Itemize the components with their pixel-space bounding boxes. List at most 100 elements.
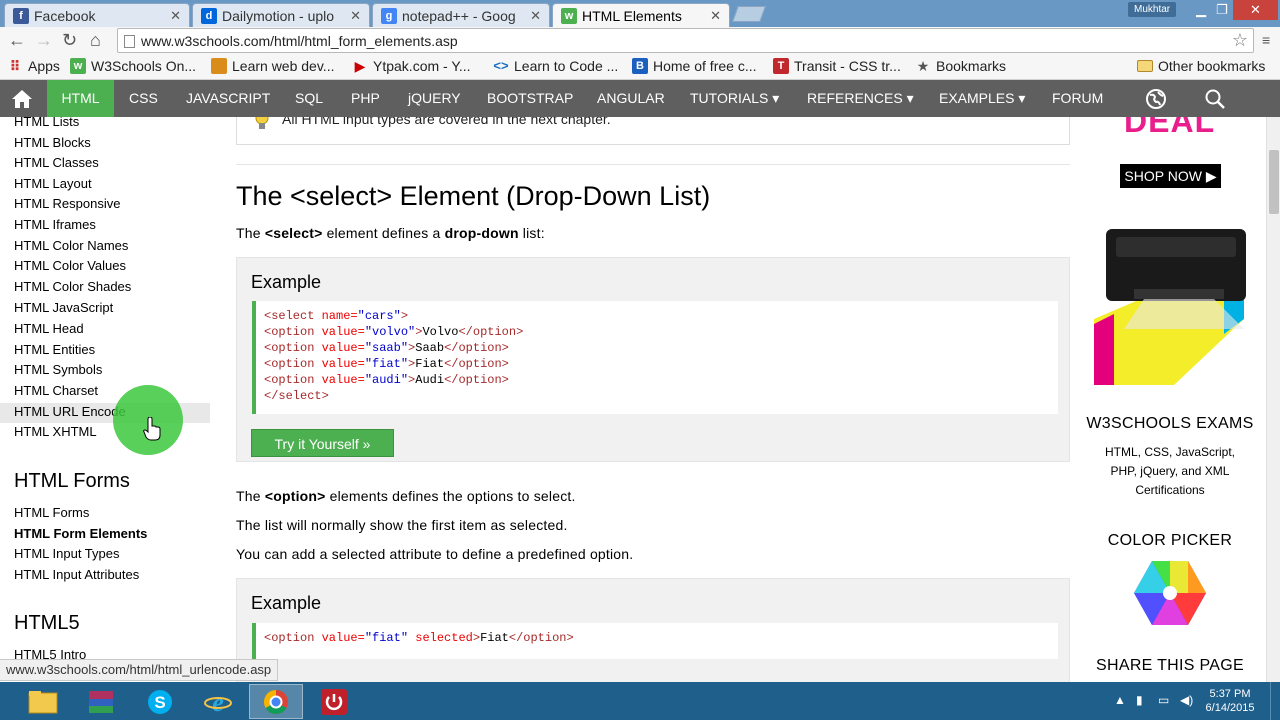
nav-php[interactable]: PHP (351, 80, 380, 117)
page-scrollbar[interactable] (1266, 117, 1280, 682)
search-icon[interactable] (1204, 88, 1226, 110)
bookmark-learn-web[interactable]: Learn web dev... (211, 58, 334, 74)
internet-explorer-taskbar-icon[interactable]: e (191, 684, 245, 719)
profile-name-badge[interactable]: Mukhtar (1128, 2, 1177, 17)
sidebar-item-html-blocks[interactable]: HTML Blocks (14, 135, 91, 150)
sidebar-heading-html5: HTML5 (14, 612, 80, 634)
nav-tutorials[interactable]: TUTORIALS ▾ (690, 80, 779, 117)
sidebar-item-html-forms[interactable]: HTML Forms (14, 505, 89, 520)
blue-square-icon: B (632, 58, 648, 74)
show-hidden-icons-icon[interactable]: ▲ (1114, 693, 1126, 707)
nav-sql[interactable]: SQL (295, 80, 323, 117)
bookmark-bookmarks[interactable]: ★ Bookmarks (915, 58, 1006, 74)
bookmark-star-icon[interactable]: ☆ (1232, 30, 1248, 51)
browser-tab-html-elements[interactable]: w HTML Elements ✕ (552, 3, 730, 27)
battery-icon[interactable]: ▭ (1158, 693, 1169, 707)
home-icon[interactable]: ⌂ (90, 30, 101, 51)
nav-bootstrap[interactable]: BOOTSTRAP (487, 80, 573, 117)
lightbulb-icon (255, 117, 269, 129)
bookmark-home-of-free[interactable]: B Home of free c... (632, 58, 756, 74)
winrar-taskbar-icon[interactable] (74, 684, 128, 719)
nav-angular[interactable]: ANGULAR (597, 80, 665, 117)
scrollbar-thumb[interactable] (1269, 150, 1279, 214)
sidebar-item-html-symbols[interactable]: HTML Symbols (14, 362, 102, 377)
sidebar-item-html-lists[interactable]: HTML Lists (14, 117, 79, 129)
code-icon: <> (493, 58, 509, 73)
address-bar[interactable]: www.w3schools.com/html/html_form_element… (117, 28, 1254, 53)
sidebar-item-html-entities[interactable]: HTML Entities (14, 342, 95, 357)
sidebar-item-html-layout[interactable]: HTML Layout (14, 176, 92, 191)
close-tab-icon[interactable]: ✕ (350, 8, 361, 24)
nav-forum[interactable]: FORUM (1052, 80, 1103, 117)
hand-cursor-icon (143, 417, 161, 441)
globe-icon[interactable] (1145, 88, 1167, 110)
sidebar-item-html-input-attributes[interactable]: HTML Input Attributes (14, 567, 139, 582)
file-explorer-taskbar-icon[interactable] (16, 684, 70, 719)
sidebar-item-html-head[interactable]: HTML Head (14, 321, 84, 336)
shop-now-button[interactable]: SHOP NOW ▶ (1120, 164, 1221, 188)
intro-text: element defines a (322, 225, 445, 241)
svg-text:e: e (212, 688, 224, 716)
printer-ad-image[interactable] (1094, 229, 1246, 385)
shutdown-taskbar-icon[interactable] (307, 684, 361, 719)
sidebar-item-html-javascript[interactable]: HTML JavaScript (14, 300, 113, 315)
back-arrow-icon[interactable]: ← (8, 30, 26, 51)
selected-attr-paragraph: You can add a selected attribute to defi… (236, 546, 634, 562)
nav-html[interactable]: HTML (47, 80, 114, 117)
sidebar-item-html-xhtml[interactable]: HTML XHTML (14, 424, 97, 439)
close-tab-icon[interactable]: ✕ (170, 8, 181, 24)
nav-css[interactable]: CSS (129, 80, 158, 117)
bookmark-transit[interactable]: T Transit - CSS tr... (773, 58, 901, 74)
nav-javascript[interactable]: JAVASCRIPT (186, 80, 270, 117)
skype-taskbar-icon[interactable]: S (133, 684, 187, 719)
sidebar-item-html-classes[interactable]: HTML Classes (14, 155, 99, 170)
divider (236, 164, 1070, 165)
intro-text: The (236, 225, 265, 241)
exams-heading[interactable]: W3SCHOOLS EXAMS (1074, 415, 1266, 433)
browser-tab-facebook[interactable]: f Facebook ✕ (4, 3, 190, 27)
volume-icon[interactable]: ◀) (1180, 693, 1193, 707)
taskbar-clock[interactable]: 5:37 PM 6/14/2015 (1200, 687, 1260, 715)
sidebar-item-html-color-names[interactable]: HTML Color Names (14, 238, 128, 253)
color-picker-hexagon-icon[interactable] (1134, 561, 1206, 625)
browser-tab-dailymotion[interactable]: d Dailymotion - uplo ✕ (192, 3, 370, 27)
sidebar-item-html-color-shades[interactable]: HTML Color Shades (14, 279, 131, 294)
bookmark-other[interactable]: Other bookmarks (1137, 58, 1265, 74)
close-tab-icon[interactable]: ✕ (530, 8, 541, 24)
restore-icon[interactable]: ❐ (1216, 2, 1228, 18)
reload-icon[interactable]: ↻ (62, 30, 77, 51)
sidebar-item-html-color-values[interactable]: HTML Color Values (14, 258, 126, 273)
browser-toolbar: ← → ↻ ⌂ www.w3schools.com/html/html_form… (0, 27, 1280, 54)
close-window-icon[interactable]: ✕ (1233, 0, 1278, 20)
close-tab-icon[interactable]: ✕ (710, 8, 721, 24)
chrome-taskbar-icon[interactable] (249, 684, 303, 719)
minimize-icon[interactable]: ▁ (1196, 2, 1206, 18)
show-desktop-button[interactable] (1270, 682, 1280, 720)
chrome-menu-icon[interactable]: ≡ (1262, 32, 1270, 48)
nav-jquery[interactable]: jQUERY (408, 80, 461, 117)
new-tab-button[interactable] (732, 6, 766, 22)
sidebar-item-html-form-elements[interactable]: HTML Form Elements (14, 526, 147, 541)
try-it-yourself-button[interactable]: Try it Yourself » (251, 429, 394, 457)
share-this-page-heading: SHARE THIS PAGE (1096, 657, 1244, 674)
browser-tab-google[interactable]: g notepad++ - Goog ✕ (372, 3, 550, 27)
sidebar-item-html-input-types[interactable]: HTML Input Types (14, 546, 120, 561)
nav-references[interactable]: REFERENCES ▾ (807, 80, 914, 117)
bookmark-ytpak[interactable]: ▶ Ytpak.com - Y... (352, 58, 471, 74)
bookmark-apps[interactable]: ⠿ Apps (7, 58, 60, 74)
network-icon[interactable]: ▮ (1136, 693, 1143, 707)
sidebar-item-html-charset[interactable]: HTML Charset (14, 383, 98, 398)
sidebar-item-html-responsive[interactable]: HTML Responsive (14, 196, 120, 211)
bookmark-learn-to-code[interactable]: <> Learn to Code ... (493, 58, 618, 74)
color-picker-heading[interactable]: COLOR PICKER (1074, 532, 1266, 550)
bookmark-w3schools[interactable]: w W3Schools On... (70, 58, 196, 74)
url-text[interactable]: www.w3schools.com/html/html_form_element… (141, 33, 458, 49)
sidebar-item-html-iframes[interactable]: HTML Iframes (14, 217, 96, 232)
nav-examples[interactable]: EXAMPLES ▾ (939, 80, 1025, 117)
forward-arrow-icon[interactable]: → (35, 30, 53, 51)
main-content: All HTML input types are covered in the … (212, 117, 1074, 682)
bookmark-label: Home of free c... (653, 58, 757, 74)
sidebar-item-html-url-encode[interactable]: HTML URL Encode (14, 404, 126, 419)
home-icon[interactable] (11, 88, 33, 110)
code-line: <option value="volvo">Volvo</option> (264, 325, 524, 339)
